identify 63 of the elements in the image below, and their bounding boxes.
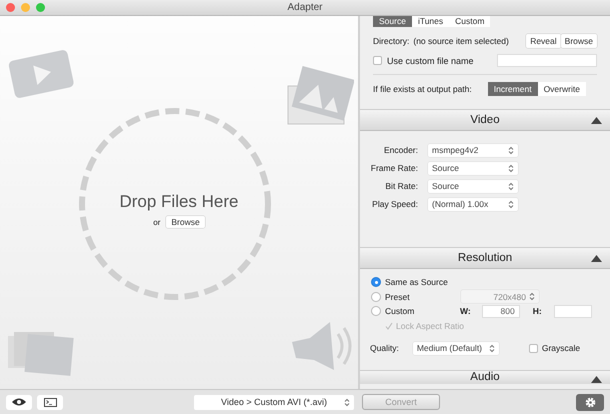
source-tab[interactable]: Source xyxy=(373,16,412,27)
popup-button[interactable]: Source xyxy=(428,162,518,174)
grayscale-label: Grayscale xyxy=(542,343,580,354)
custom-name-label: Use custom file name xyxy=(387,56,474,66)
field-label: Encoder: xyxy=(382,145,418,155)
field-label: Bit Rate: xyxy=(384,181,418,191)
popup-button[interactable]: (Normal) 1.00x xyxy=(428,198,518,210)
collapse-icon[interactable] xyxy=(591,376,602,383)
exists-label: If file exists at output path: xyxy=(373,84,472,94)
source-tab[interactable]: iTunes xyxy=(412,16,450,27)
width-label: W: xyxy=(460,306,471,316)
radio-button[interactable] xyxy=(371,277,381,288)
directory-value: (no source item selected) xyxy=(413,36,509,46)
minimize-icon[interactable] xyxy=(21,3,30,12)
terminal-icon xyxy=(44,398,56,406)
height-label: H: xyxy=(532,306,542,316)
eye-icon xyxy=(12,398,26,406)
radio-label: Preset xyxy=(385,292,411,302)
audio-header: Audio xyxy=(470,371,500,383)
updown-icon xyxy=(508,200,514,208)
radio-button[interactable] xyxy=(371,306,381,316)
video-header: Video xyxy=(470,114,500,126)
exists-option[interactable]: Overwrite xyxy=(538,82,586,96)
updown-icon xyxy=(508,164,514,172)
width-field[interactable]: 800 xyxy=(482,304,520,318)
radio-label: Same as Source xyxy=(385,277,449,288)
window-title: Adapter xyxy=(287,2,323,13)
radio-button[interactable] xyxy=(371,292,381,302)
settings-button[interactable] xyxy=(576,394,604,410)
or-label: or xyxy=(153,218,160,226)
settings-icon xyxy=(584,396,596,408)
popup-button[interactable]: Source xyxy=(428,180,518,192)
updown-icon xyxy=(344,398,350,406)
close-icon[interactable] xyxy=(6,3,15,12)
field-label: Play Speed: xyxy=(371,199,418,209)
drop-files-label: Drop Files Here xyxy=(119,192,239,212)
collapse-icon[interactable] xyxy=(591,255,602,262)
browse-button[interactable]: Browse xyxy=(166,216,205,228)
zoom-icon[interactable] xyxy=(36,3,45,12)
field-label: Frame Rate: xyxy=(370,163,418,173)
format-popup[interactable]: Video > Custom AVI (*.avi) xyxy=(194,394,354,410)
preview-button[interactable] xyxy=(6,394,32,410)
updown-icon xyxy=(488,344,495,353)
directory-label: Directory: xyxy=(373,36,410,46)
collapse-icon[interactable] xyxy=(591,117,602,124)
grayscale-checkbox[interactable] xyxy=(528,344,538,353)
popup-button[interactable]: msmpeg4v2 xyxy=(428,144,518,156)
quality-popup[interactable]: Medium (Default) xyxy=(412,342,499,355)
folder-button[interactable]: Reveal xyxy=(526,34,561,48)
exists-option[interactable]: Increment xyxy=(488,82,538,96)
log-button[interactable] xyxy=(37,394,63,410)
updown-icon xyxy=(529,292,535,302)
folder-button[interactable]: Browse xyxy=(560,34,597,48)
checkbox[interactable] xyxy=(373,56,382,65)
file-name-field[interactable] xyxy=(497,54,597,67)
radio-label: Custom xyxy=(385,306,416,316)
resolution-header: Resolution xyxy=(458,252,512,264)
height-field[interactable] xyxy=(554,304,592,318)
source-tab[interactable]: Custom xyxy=(449,16,490,27)
lock-aspect-label: Lock Aspect Ratio xyxy=(396,320,464,331)
updown-icon xyxy=(508,146,514,154)
quality-label: Quality: xyxy=(370,343,399,354)
updown-icon xyxy=(508,182,514,190)
